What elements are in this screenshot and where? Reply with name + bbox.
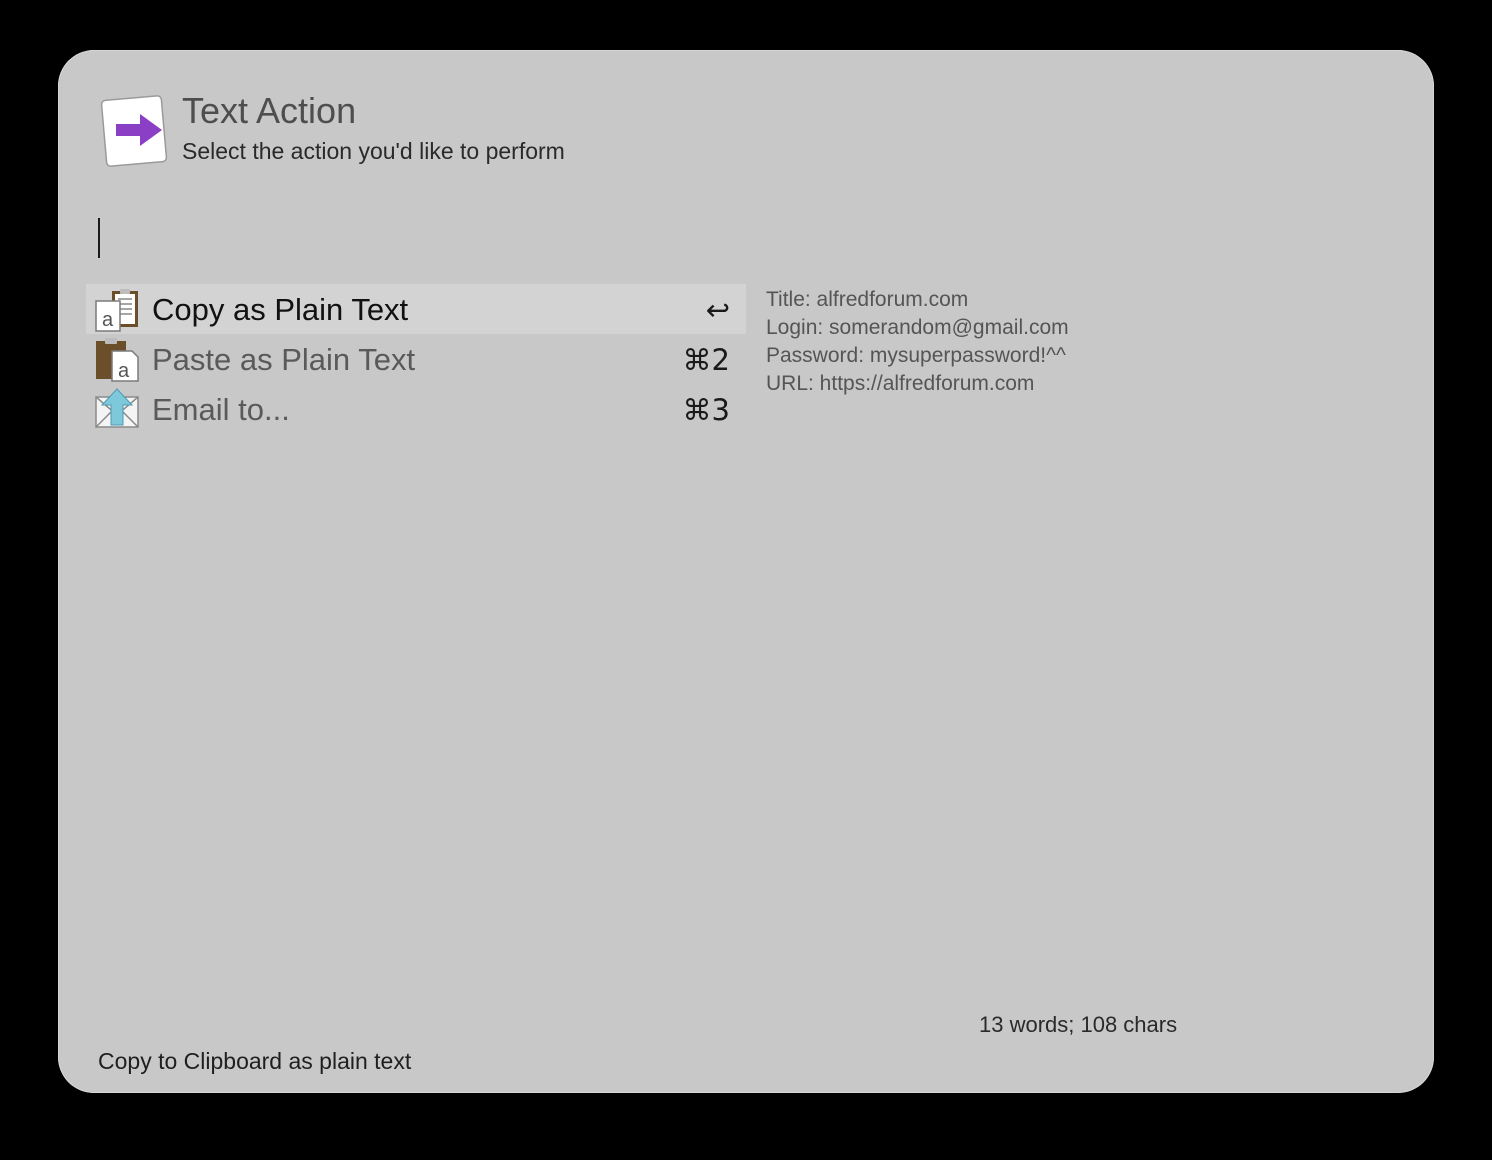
result-paste-as-plain-text[interactable]: a Paste as Plain Text ⌘2 bbox=[86, 334, 746, 384]
word-count-stats: 13 words; 108 chars bbox=[979, 1012, 1178, 1037]
preview-line: Password: mysuperpassword!^^ bbox=[766, 344, 1066, 367]
preview-line: URL: https://alfredforum.com bbox=[766, 372, 1035, 395]
window-title: Text Action bbox=[182, 90, 357, 131]
result-label: Email to... bbox=[152, 392, 290, 427]
action-description: Copy to Clipboard as plain text bbox=[98, 1048, 412, 1074]
svg-text:a: a bbox=[118, 360, 130, 382]
text-preview: Title: alfredforum.com Login: somerandom… bbox=[766, 286, 1069, 398]
return-key-icon: ↩ bbox=[705, 293, 730, 327]
email-icon bbox=[94, 387, 140, 433]
results-list: a Copy as Plain Text ↩ a Paste as Plain … bbox=[86, 284, 746, 434]
preview-line: Title: alfredforum.com bbox=[766, 288, 969, 311]
alfred-text-action-window: Text Action Select the action you'd like… bbox=[58, 50, 1434, 1093]
clipboard-paste-icon: a bbox=[94, 337, 140, 383]
result-shortcut: ⌘2 bbox=[682, 343, 730, 377]
text-caret bbox=[98, 218, 100, 258]
result-label: Paste as Plain Text bbox=[152, 342, 416, 377]
clipboard-copy-icon: a bbox=[94, 287, 140, 333]
result-shortcut: ⌘3 bbox=[682, 393, 730, 427]
search-input[interactable] bbox=[96, 216, 746, 262]
result-copy-as-plain-text[interactable]: a Copy as Plain Text ↩ bbox=[86, 284, 746, 334]
svg-text:a: a bbox=[102, 309, 114, 331]
result-label: Copy as Plain Text bbox=[152, 292, 409, 327]
window-subtitle: Select the action you'd like to perform bbox=[182, 138, 565, 164]
text-action-arrow-icon bbox=[100, 94, 168, 168]
result-email-to[interactable]: Email to... ⌘3 bbox=[86, 384, 746, 434]
preview-line: Login: somerandom@gmail.com bbox=[766, 316, 1069, 339]
